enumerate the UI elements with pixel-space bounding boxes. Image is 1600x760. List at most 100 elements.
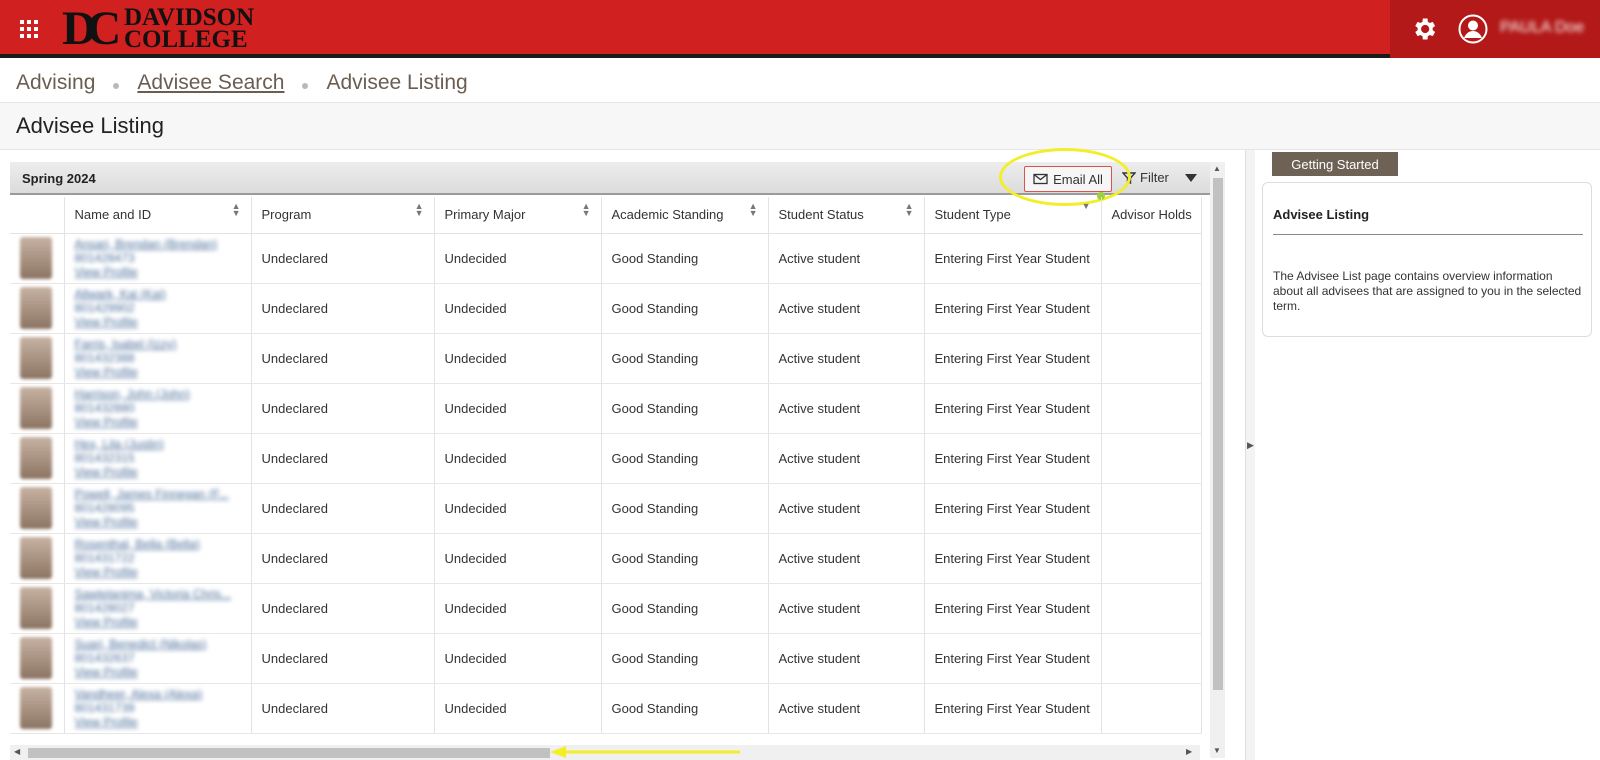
view-profile-link[interactable]: View Profile xyxy=(75,715,251,729)
app-grid-icon[interactable] xyxy=(20,20,38,38)
scroll-left-icon[interactable]: ◀ xyxy=(14,747,20,756)
user-avatar-icon[interactable] xyxy=(1458,14,1488,44)
student-name-link[interactable]: Suari, Benedict (Nikolas) xyxy=(75,637,251,651)
scroll-up-icon[interactable]: ▲ xyxy=(1213,164,1221,173)
collapse-arrow-icon[interactable]: ▶ xyxy=(1247,440,1254,451)
envelope-icon xyxy=(1033,173,1048,185)
name-id-cell: Suari, Benedict (Nikolas) 801432637 View P… xyxy=(64,633,252,684)
sort-icon[interactable]: ▲ ▼ xyxy=(232,202,241,218)
term-toolbar: Spring 2024 Email All Filter xyxy=(10,148,1215,206)
breadcrumb-separator xyxy=(302,83,309,89)
caret-down-icon[interactable] xyxy=(1184,173,1197,182)
column-header-label: Student Status xyxy=(778,207,864,223)
student-id: 801428027 xyxy=(74,601,135,615)
major-cell: Undecided xyxy=(434,533,602,584)
help-panel: Advisee Listing The Advisee List page co… xyxy=(1262,182,1592,337)
table-row: Ansari, Brendan (Brendan) 801428473 View P… xyxy=(10,233,1202,284)
major-cell: Undecided xyxy=(434,283,602,334)
student-name-link[interactable]: Powell, James Finnegan (F... xyxy=(75,487,251,501)
student-photo xyxy=(20,687,52,729)
column-header-holds[interactable]: Advisor Holds xyxy=(1101,197,1202,234)
student-id: 801428095 xyxy=(74,501,135,515)
major-cell: Undecided xyxy=(434,633,602,684)
sort-icon[interactable]: ▲ ▼ xyxy=(749,202,758,218)
student-photo-cell xyxy=(10,283,65,334)
column-header-program[interactable]: Program ▲ ▼ xyxy=(251,197,435,234)
page-title-band: Advisee Listing xyxy=(0,102,1600,150)
standing-cell: Good Standing xyxy=(601,233,769,284)
major-cell: Undecided xyxy=(434,583,602,634)
status-cell: Active student xyxy=(768,333,925,384)
holds-cell xyxy=(1101,533,1202,584)
major-cell: Undecided xyxy=(434,683,602,734)
type-cell: Entering First Year Student xyxy=(924,633,1102,684)
horizontal-scroll-thumb[interactable] xyxy=(28,748,550,758)
view-profile-link[interactable]: View Profile xyxy=(75,515,251,529)
breadcrumb-separator xyxy=(113,83,120,89)
view-profile-link[interactable]: View Profile xyxy=(75,415,251,429)
student-name-link[interactable]: Allwark, Kai (Kai) xyxy=(75,287,251,301)
college-logo[interactable]: DC DAVIDSON COLLEGE xyxy=(62,4,254,54)
scroll-right-icon[interactable]: ▶ xyxy=(1186,747,1192,756)
breadcrumb-advisee-search[interactable]: Advisee Search xyxy=(137,71,284,95)
sort-icon[interactable]: ▲ ▼ xyxy=(415,202,424,218)
view-profile-link[interactable]: View Profile xyxy=(75,615,251,629)
student-photo xyxy=(20,387,52,429)
user-name[interactable]: PAULA Doe xyxy=(1500,19,1584,37)
name-id-cell: Vandheer, Alexa (Alexa) 801431739 View Pro… xyxy=(64,683,252,734)
student-name-link[interactable]: Ansari, Brendan (Brendan) xyxy=(75,237,251,251)
gear-icon[interactable] xyxy=(1410,15,1438,43)
view-profile-link[interactable]: View Profile xyxy=(75,315,251,329)
top-navigation-bar: DC DAVIDSON COLLEGE PAULA Doe xyxy=(0,0,1600,58)
student-photo-cell xyxy=(10,433,65,484)
student-name-link[interactable]: Rosenthal, Bella (Bella) xyxy=(75,537,251,551)
user-area: PAULA Doe xyxy=(1390,0,1600,58)
table-row: Rosenthal, Bella (Bella) 801431722 View Pr… xyxy=(10,533,1202,584)
tab-getting-started[interactable]: Getting Started xyxy=(1272,152,1398,176)
column-header-status[interactable]: Student Status ▲ ▼ xyxy=(768,197,925,234)
student-photo xyxy=(20,437,52,479)
student-name-link[interactable]: Vandheer, Alexa (Alexa) xyxy=(75,687,251,701)
column-header-name[interactable]: Name and ID ▲ ▼ xyxy=(64,197,252,234)
sort-desc-icon[interactable]: ▼ xyxy=(1082,202,1091,211)
table-header-row: Name and ID ▲ ▼ Program ▲ ▼ Primary Major ▲ ▼ … xyxy=(10,197,1202,234)
email-all-button[interactable]: Email All xyxy=(1024,166,1112,192)
student-name-link[interactable]: Sawtelanima, Victoria Chris... xyxy=(75,587,251,601)
student-id: 801429902 xyxy=(74,301,135,315)
column-header-type[interactable]: Student Type ▼ xyxy=(924,197,1102,234)
vertical-scrollbar[interactable]: ▲ ▼ xyxy=(1210,162,1225,758)
type-cell: Entering First Year Student xyxy=(924,683,1102,734)
sort-icon[interactable]: ▲ ▼ xyxy=(905,202,914,218)
view-profile-link[interactable]: View Profile xyxy=(75,265,251,279)
student-photo xyxy=(20,237,52,279)
student-photo-cell xyxy=(10,583,65,634)
logo-line-2: COLLEGE xyxy=(124,26,248,53)
type-cell: Entering First Year Student xyxy=(924,333,1102,384)
filter-button[interactable]: Filter xyxy=(1122,170,1197,185)
view-profile-link[interactable]: View Profile xyxy=(75,365,251,379)
standing-cell: Good Standing xyxy=(601,533,769,584)
view-profile-link[interactable]: View Profile xyxy=(75,565,251,579)
panel-splitter[interactable]: ▶ xyxy=(1245,150,1255,760)
student-name-link[interactable]: Farris, Isabel (Izzy) xyxy=(75,337,251,351)
help-text: The Advisee List page contains overview … xyxy=(1273,269,1582,313)
funnel-icon xyxy=(1122,171,1136,184)
holds-cell xyxy=(1101,233,1202,284)
student-name-link[interactable]: Hex, Lila (Justin) xyxy=(75,437,251,451)
column-header-standing[interactable]: Academic Standing ▲ ▼ xyxy=(601,197,769,234)
standing-cell: Good Standing xyxy=(601,583,769,634)
student-id: 801431739 xyxy=(74,701,135,715)
view-profile-link[interactable]: View Profile xyxy=(75,465,251,479)
student-name-link[interactable]: Harrison, John (John) xyxy=(75,387,251,401)
sort-icon[interactable]: ▲ ▼ xyxy=(582,202,591,218)
status-cell: Active student xyxy=(768,633,925,684)
filter-label: Filter xyxy=(1140,170,1169,185)
column-header-label: Primary Major xyxy=(444,207,526,223)
view-profile-link[interactable]: View Profile xyxy=(75,665,251,679)
vertical-scroll-thumb[interactable] xyxy=(1213,178,1223,690)
major-cell: Undecided xyxy=(434,483,602,534)
email-all-label: Email All xyxy=(1053,171,1103,187)
column-header-major[interactable]: Primary Major ▲ ▼ xyxy=(434,197,602,234)
term-label: Spring 2024 xyxy=(22,171,96,186)
scroll-down-icon[interactable]: ▼ xyxy=(1213,746,1221,755)
